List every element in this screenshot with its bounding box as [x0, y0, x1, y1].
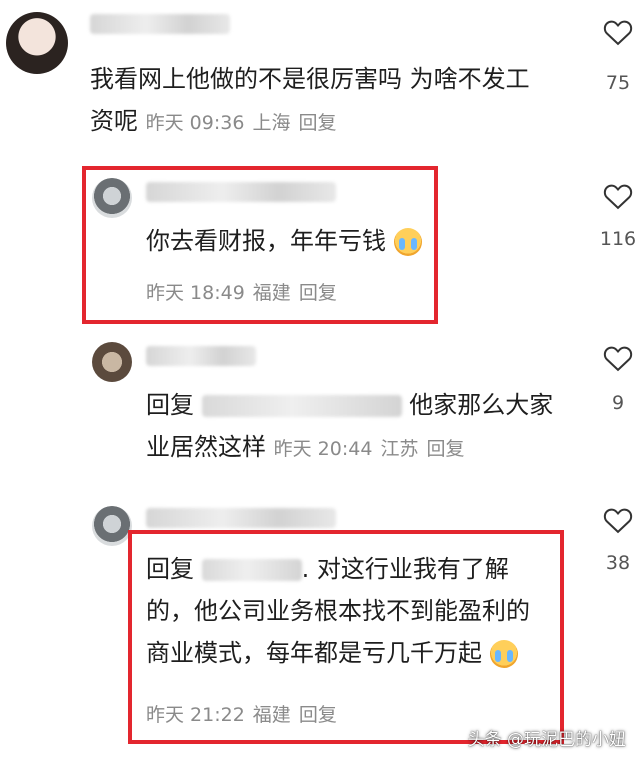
comment-time: 昨天 20:44 — [273, 438, 373, 460]
reply-button[interactable]: 回复 — [299, 282, 337, 304]
comment-text: 我看网上他做的不是很厉害吗 为啥不发工 资呢 昨天 09:36 上海 回复 — [90, 58, 590, 144]
comment-location: 福建 — [252, 282, 291, 304]
comment-location: 上海 — [252, 112, 291, 134]
comment-text-line1: 我看网上他做的不是很厉害吗 为啥不发工 — [90, 65, 530, 93]
avatar[interactable] — [92, 342, 132, 382]
comment-text-line3: 商业模式，每年都是亏几千万起 — [146, 639, 482, 667]
comment-text-line2: 业居然这样 — [146, 433, 266, 461]
comment-text: 你去看财报，年年亏钱 — [146, 220, 566, 262]
comment-text-line1: . 对这行业我有了解 — [301, 555, 509, 583]
like-area: 75 — [596, 18, 640, 94]
comment-3: 回复 他家那么大家 业居然这样 昨天 20:44 江苏 回复 9 — [0, 336, 640, 486]
avatar[interactable] — [6, 12, 68, 74]
avatar[interactable] — [92, 506, 132, 546]
watermark: 头条 @玩泥巴的小妞 — [467, 730, 626, 750]
comment-2: 你去看财报，年年亏钱 昨天 18:49 福建 回复 116 — [0, 168, 640, 328]
comment-time: 昨天 21:22 — [146, 704, 245, 726]
reply-button[interactable]: 回复 — [298, 112, 336, 134]
username-blurred[interactable] — [146, 508, 336, 528]
comment-text: 回复 他家那么大家 业居然这样 昨天 20:44 江苏 回复 — [146, 384, 586, 470]
mention-blurred[interactable] — [201, 559, 302, 581]
reply-button[interactable]: 回复 — [426, 438, 464, 460]
comment-time: 昨天 09:36 — [145, 112, 245, 134]
crying-face-icon — [393, 228, 422, 256]
like-count: 75 — [605, 72, 631, 94]
comment-1: 我看网上他做的不是很厉害吗 为啥不发工 资呢 昨天 09:36 上海 回复 75 — [0, 0, 640, 160]
like-count: 116 — [599, 228, 637, 250]
like-area: 9 — [596, 344, 640, 414]
comment-text-line1: 你去看财报，年年亏钱 — [146, 227, 386, 255]
comment-4: 回复 . 对这行业我有了解 的，他公司业务根本找不到能盈利的 商业模式，每年都是… — [0, 498, 640, 760]
like-count: 38 — [605, 552, 631, 574]
heart-icon[interactable] — [603, 18, 633, 46]
comment-time: 昨天 18:49 — [146, 282, 245, 304]
comment-text: 回复 . 对这行业我有了解 的，他公司业务根本找不到能盈利的 商业模式，每年都是… — [146, 548, 586, 674]
comment-text-line2: 资呢 — [90, 107, 138, 135]
heart-icon[interactable] — [603, 182, 633, 210]
reply-prefix: 回复 — [146, 391, 194, 419]
comment-meta: 昨天 09:36 上海 回复 — [146, 112, 345, 134]
comment-meta: 昨天 18:49 福建 回复 — [146, 278, 345, 305]
comment-text-line2: 的，他公司业务根本找不到能盈利的 — [146, 597, 530, 625]
like-area: 38 — [596, 506, 640, 574]
like-area: 116 — [596, 182, 640, 250]
comment-meta: 昨天 21:22 福建 回复 — [146, 700, 345, 727]
mention-blurred[interactable] — [201, 395, 402, 417]
crying-face-icon — [489, 640, 518, 668]
comment-text-line1: 他家那么大家 — [409, 391, 554, 419]
like-count: 9 — [611, 392, 625, 414]
username-blurred[interactable] — [146, 346, 256, 366]
avatar[interactable] — [92, 178, 132, 218]
username-blurred[interactable] — [146, 182, 336, 202]
comment-location: 江苏 — [380, 438, 419, 460]
username-blurred[interactable] — [90, 14, 230, 34]
reply-button[interactable]: 回复 — [299, 704, 337, 726]
heart-icon[interactable] — [603, 506, 633, 534]
reply-prefix: 回复 — [146, 555, 194, 583]
comment-meta: 昨天 20:44 江苏 回复 — [274, 438, 473, 460]
comment-location: 福建 — [252, 704, 291, 726]
heart-icon[interactable] — [603, 344, 633, 372]
